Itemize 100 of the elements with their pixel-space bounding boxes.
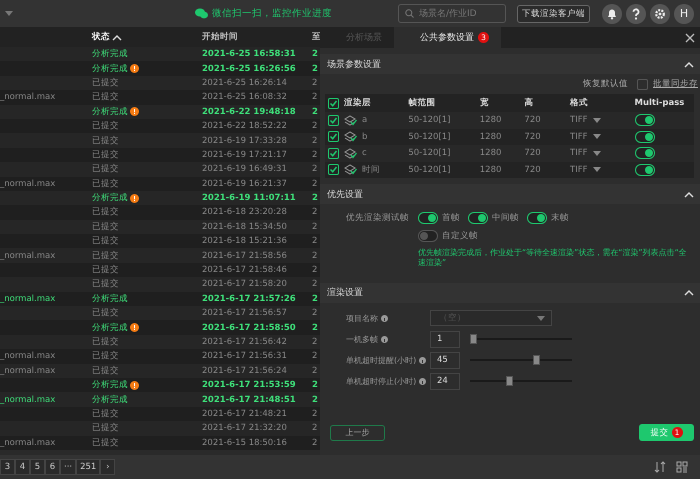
- field-label: 单机超时停止(小时): [346, 376, 416, 387]
- field-label: 一机多帧: [346, 334, 378, 345]
- table-cell: 2: [312, 294, 318, 304]
- notification-icon[interactable]: [602, 4, 622, 24]
- number-field[interactable]: 45: [430, 352, 460, 369]
- next-page-button[interactable]: ›: [100, 459, 116, 475]
- collapse-icon[interactable]: [684, 60, 694, 68]
- column-header[interactable]: 状态: [92, 31, 110, 43]
- page-button[interactable]: 5: [30, 459, 45, 475]
- checkbox-label: 批量同步存: [653, 78, 698, 90]
- avatar[interactable]: H: [674, 4, 694, 24]
- info-icon: [381, 336, 388, 343]
- status-text: 已提交: [92, 120, 119, 132]
- toggle-switch[interactable]: [418, 230, 438, 242]
- qr-code-icon[interactable]: [676, 461, 688, 473]
- toggle-label: 自定义帧: [442, 230, 478, 242]
- help-icon[interactable]: [626, 4, 646, 24]
- settings-icon[interactable]: [650, 4, 670, 24]
- table-cell: 2021-6-15 18:50:16: [202, 438, 287, 448]
- file-name: _normal.max: [0, 294, 56, 304]
- status-text: 已提交: [92, 91, 119, 104]
- collapse-icon[interactable]: [684, 289, 694, 296]
- slider-handle[interactable]: [470, 334, 477, 344]
- status-text: 已提交: [92, 307, 119, 320]
- info-icon: [419, 378, 426, 385]
- status-text: 分析完成: [92, 48, 128, 60]
- table-cell: 2: [312, 136, 318, 146]
- slider-handle[interactable]: [506, 376, 513, 386]
- table-cell: 50-120[1]: [408, 164, 450, 175]
- toggle-label: 首帧: [442, 212, 460, 224]
- status-text: 已提交: [92, 250, 119, 262]
- column-header: 渲染层: [344, 97, 371, 109]
- table-cell: 2: [312, 64, 318, 74]
- number-field[interactable]: 1: [430, 330, 460, 348]
- alert-icon: [130, 64, 139, 74]
- section-header[interactable]: 场景参数设置: [320, 54, 700, 74]
- table-cell: 2021-6-17 21:32:20: [202, 423, 287, 434]
- table-cell: 2: [312, 394, 318, 405]
- checkbox[interactable]: [328, 131, 339, 142]
- checkbox[interactable]: [328, 114, 339, 126]
- checkbox[interactable]: [328, 164, 339, 176]
- section-header[interactable]: 渲染设置: [320, 282, 700, 303]
- page-button[interactable]: 251: [76, 459, 100, 475]
- column-header: Multi-pass: [634, 98, 684, 108]
- back-button[interactable]: 上一步: [330, 424, 385, 440]
- checkbox[interactable]: [328, 98, 339, 108]
- collapse-icon[interactable]: [684, 190, 694, 198]
- close-icon[interactable]: [685, 32, 695, 42]
- search-field[interactable]: 场景名/作业ID: [398, 4, 506, 23]
- alert-icon: [130, 107, 139, 116]
- sort-icon[interactable]: [654, 461, 666, 473]
- toggle-switch[interactable]: [468, 212, 488, 224]
- table-cell: 2021-6-25 16:26:14: [202, 78, 287, 88]
- table-cell: 2021-6-19 17:33:28: [202, 136, 287, 146]
- number-field[interactable]: 24: [430, 372, 460, 390]
- table-cell: 2021-6-19 16:49:31: [202, 164, 287, 174]
- toggle-switch[interactable]: [634, 147, 654, 160]
- status-text: 分析完成: [92, 106, 128, 118]
- table-cell: 2021-6-17 21:57:26: [202, 294, 296, 304]
- table-cell: 2: [312, 337, 318, 347]
- caret-icon: [592, 167, 601, 172]
- toggle-switch[interactable]: [418, 212, 438, 224]
- table-cell: 2021-6-18 15:34:50: [202, 222, 287, 232]
- table-cell: 2021-6-17 21:58:46: [202, 265, 287, 276]
- table-cell: 2: [312, 178, 318, 189]
- page-button[interactable]: ···: [60, 459, 76, 475]
- toggle-switch[interactable]: [634, 130, 654, 143]
- toggle-switch[interactable]: [527, 212, 547, 224]
- format-dropdown[interactable]: TIFF: [570, 115, 601, 126]
- format-dropdown[interactable]: TIFF: [570, 164, 601, 175]
- format-dropdown[interactable]: TIFF: [570, 148, 601, 158]
- toggle-switch[interactable]: [634, 164, 654, 176]
- page-button[interactable]: 3: [0, 459, 15, 475]
- status-text: 已提交: [92, 235, 119, 248]
- table-cell: 2: [312, 380, 318, 390]
- status-text: 已提交: [92, 408, 119, 420]
- section-header[interactable]: 优先设置: [320, 184, 700, 204]
- status-text: 分析完成: [92, 379, 128, 392]
- column-header[interactable]: 至: [312, 31, 321, 43]
- field-label: 优先渲染测试帧: [346, 212, 406, 225]
- checkbox[interactable]: [637, 78, 648, 90]
- format-dropdown[interactable]: TIFF: [570, 132, 601, 142]
- page-button[interactable]: 4: [15, 459, 30, 475]
- toggle-switch[interactable]: [634, 114, 654, 126]
- restore-link[interactable]: 恢复默认值: [583, 78, 628, 90]
- layer-name: c: [362, 148, 367, 158]
- chat-icon: [195, 8, 208, 19]
- status-text: 已提交: [92, 436, 119, 449]
- table-cell: 2021-6-17 21:48:51: [202, 394, 296, 405]
- status-text: 分析完成: [92, 62, 128, 75]
- file-name: _normal.max: [0, 351, 56, 362]
- table-cell: 2: [312, 308, 318, 318]
- page-button[interactable]: 6: [45, 459, 60, 475]
- download-button[interactable]: 下载渲染客户端: [517, 4, 590, 22]
- notice-text[interactable]: 微信扫一扫，监控作业进度: [212, 7, 332, 20]
- slider-handle[interactable]: [533, 355, 540, 366]
- checkbox[interactable]: [328, 148, 339, 159]
- caret-icon[interactable]: [5, 11, 13, 16]
- table-cell: 2021-6-25 16:08:32: [202, 92, 287, 102]
- column-header[interactable]: 开始时间: [202, 31, 238, 43]
